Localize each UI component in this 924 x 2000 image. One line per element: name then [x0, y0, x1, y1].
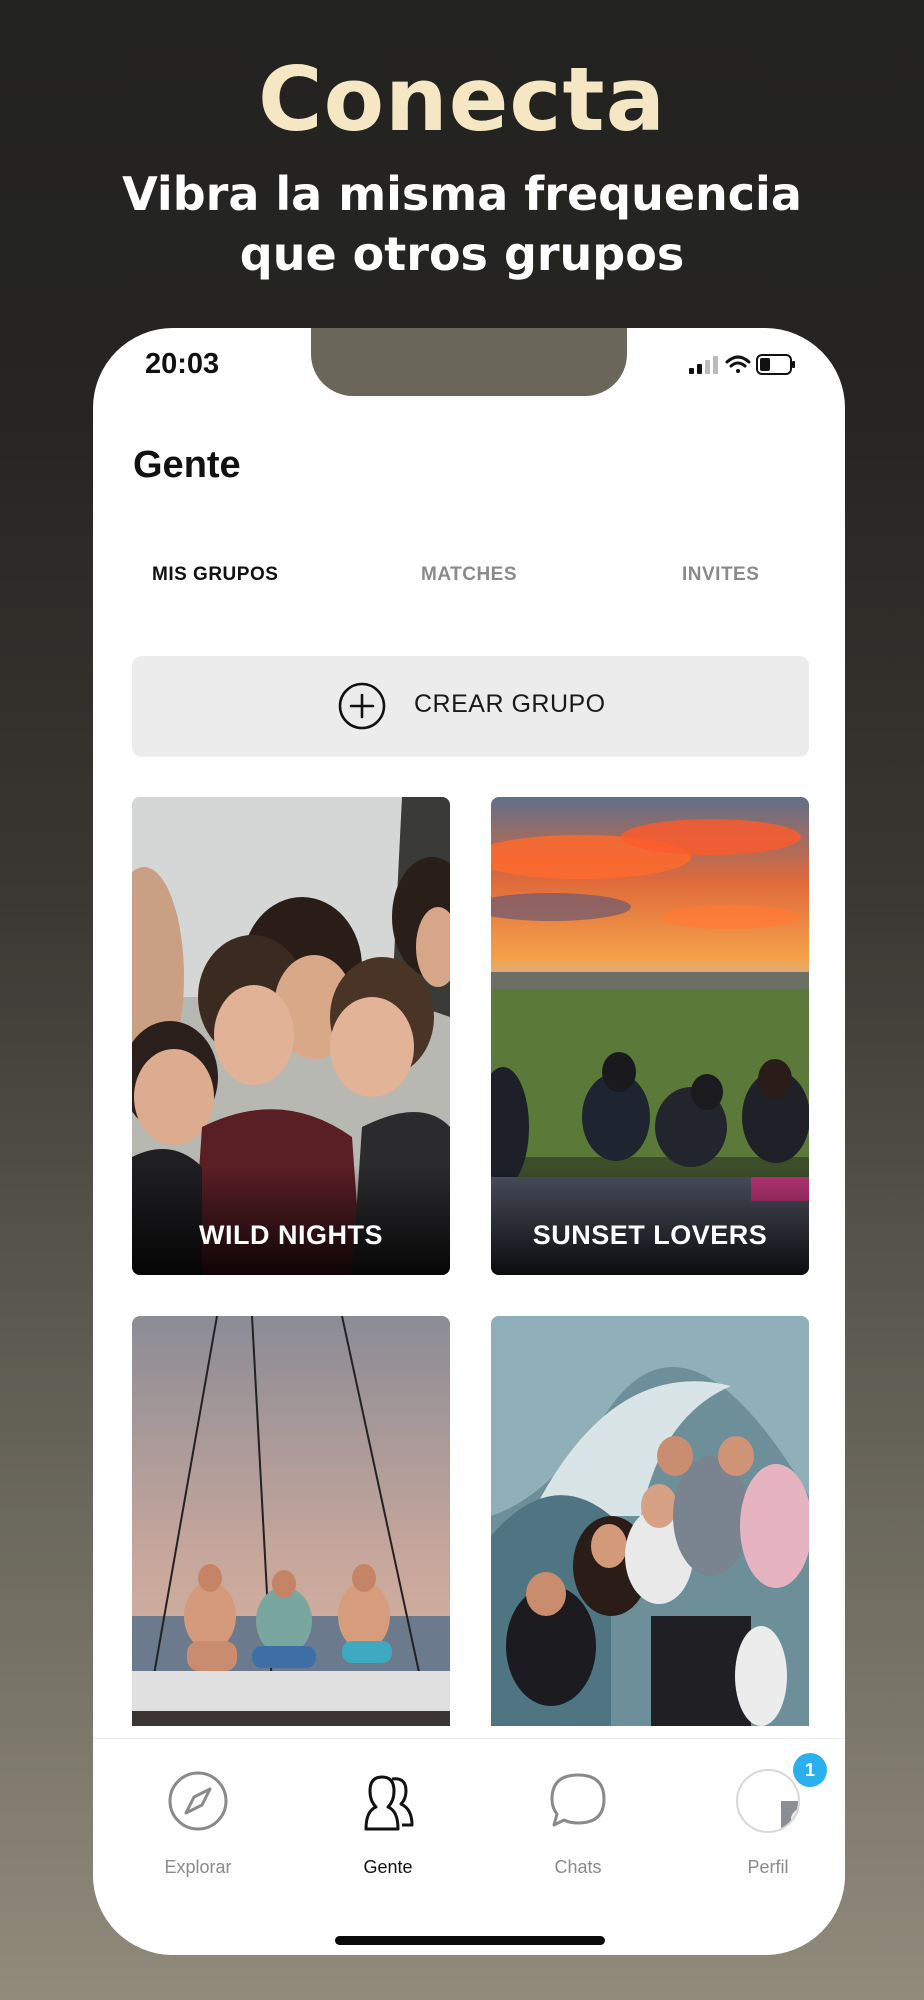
phone-notch: [311, 328, 627, 396]
phone-screen: 20:03 Gente MIS GRUPOS MATCHES INVITES C…: [93, 328, 845, 1955]
tabbar-label: Perfil: [747, 1857, 789, 1877]
create-group-label: CREAR GRUPO: [414, 690, 606, 718]
tabbar-item-chats[interactable]: Chats: [503, 1739, 653, 1899]
tabbar-label: Explorar: [164, 1857, 232, 1877]
notification-badge: 1: [793, 1753, 827, 1787]
people-icon: [364, 1775, 414, 1831]
tab-invites[interactable]: INVITES: [682, 564, 759, 586]
tabbar-item-perfil[interactable]: 1 Perfil: [693, 1739, 843, 1899]
battery-icon: [756, 354, 795, 375]
group-card-wild-nights[interactable]: WILD NIGHTS: [132, 797, 450, 1275]
tabbar-item-gente[interactable]: Gente: [313, 1739, 463, 1899]
chat-bubble-icon: [550, 1773, 606, 1827]
group-photo: [491, 1316, 809, 1726]
group-name: SUNSET LOVERS: [532, 1220, 768, 1250]
promo-subheadline: Vibra la misma frequencia que otros grup…: [122, 167, 802, 281]
group-card-3[interactable]: [132, 1316, 450, 1726]
status-icons: [689, 354, 795, 375]
tab-matches[interactable]: MATCHES: [421, 564, 517, 586]
segment-tabs: MIS GRUPOS MATCHES INVITES: [93, 564, 845, 604]
create-group-button[interactable]: CREAR GRUPO: [132, 656, 809, 757]
signal-icon: [689, 356, 718, 374]
bottom-tab-bar: Explorar Gente Chats 1 Perfil: [93, 1738, 845, 1955]
group-card-4[interactable]: [491, 1316, 809, 1726]
tabbar-label: Chats: [554, 1857, 602, 1877]
compass-icon: [168, 1771, 228, 1831]
status-time: 20:03: [145, 348, 220, 380]
tabbar-item-explorar[interactable]: Explorar: [123, 1739, 273, 1899]
page-title: Gente: [133, 444, 241, 486]
tab-mis-grupos[interactable]: MIS GRUPOS: [152, 564, 278, 586]
promo-headline: Conecta: [258, 48, 666, 151]
plus-circle-icon: [338, 682, 386, 730]
group-card-sunset-lovers[interactable]: SUNSET LOVERS: [491, 797, 809, 1275]
tabbar-label: Gente: [363, 1857, 413, 1877]
home-indicator: [335, 1936, 605, 1945]
group-name: WILD NIGHTS: [199, 1220, 383, 1250]
wifi-icon: [725, 355, 751, 373]
group-photo: [132, 1316, 450, 1726]
avatar: [736, 1769, 800, 1833]
